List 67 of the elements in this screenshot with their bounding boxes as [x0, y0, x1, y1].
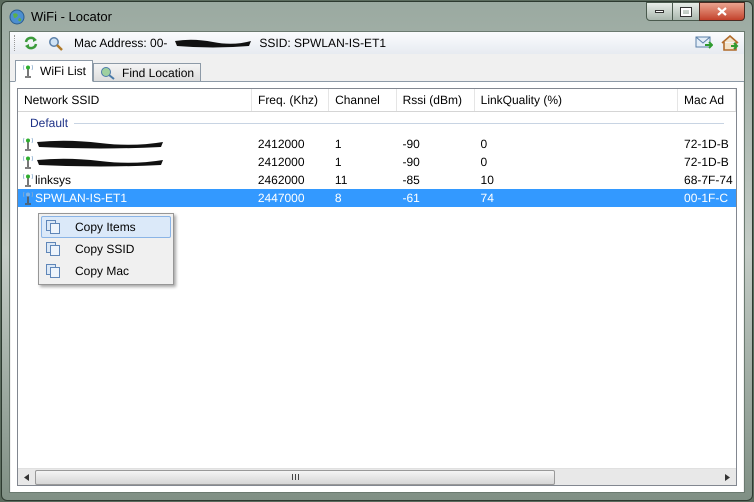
- table-cell: -61: [402, 191, 420, 205]
- tab[interactable]: WiFi List: [15, 60, 93, 82]
- globe-icon: [9, 8, 25, 24]
- table-cell: 11: [334, 173, 348, 187]
- table-cell-text: SPWLAN-IS-ET1: [35, 190, 128, 207]
- menu-item[interactable]: Copy Items: [41, 216, 171, 238]
- scrollbar-thumb[interactable]: [35, 470, 555, 484]
- column-header[interactable]: Channel: [329, 89, 397, 111]
- table-cell: -85: [402, 173, 420, 187]
- search-button[interactable]: [46, 34, 64, 52]
- refresh-icon: [23, 35, 39, 51]
- copy-icon: [45, 241, 61, 257]
- antenna-icon: [22, 155, 34, 169]
- search-icon: [48, 36, 62, 50]
- close-icon: [717, 7, 727, 16]
- table-cell: 00-1F-C: [684, 191, 728, 205]
- group-header: Default: [30, 115, 68, 132]
- column-header[interactable]: Network SSID: [18, 89, 252, 111]
- table-cell: -90: [402, 137, 420, 151]
- magnifier-map-icon: [100, 66, 116, 80]
- left-arrow-icon: [24, 474, 29, 480]
- mail-icon: [695, 36, 713, 50]
- copy-icon: [45, 263, 61, 279]
- table-cell: 2447000: [258, 191, 305, 205]
- column-header[interactable]: LinkQuality (%): [474, 89, 678, 111]
- table-cell: 2462000: [258, 173, 305, 187]
- table-cell: 1: [334, 137, 342, 151]
- ssid-label: SSID: SPWLAN-IS-ET1: [259, 35, 386, 52]
- home-icon: [721, 35, 739, 51]
- table-cell: 72-1D-B: [684, 137, 729, 151]
- mac-address-label: Mac Address: 00-: [74, 35, 168, 52]
- window-title: WiFi - Locator: [31, 8, 112, 26]
- home-button[interactable]: [720, 34, 740, 52]
- list-row[interactable]: 2412000 1 -90 0 72-1D-B: [18, 153, 736, 171]
- right-arrow-icon: [725, 474, 730, 480]
- table-cell-text: linksys: [35, 172, 72, 189]
- grip-icon: [292, 474, 298, 480]
- antenna-icon: [22, 173, 34, 187]
- tab[interactable]: Find Location: [93, 63, 202, 82]
- antenna-icon: [22, 64, 34, 78]
- list-row[interactable]: linksys 2462000 11 -85 10 68-7F-74: [18, 171, 736, 189]
- table-cell: 74: [480, 191, 494, 205]
- minimize-button[interactable]: [646, 2, 673, 21]
- copy-icon: [45, 219, 61, 235]
- table-cell: 1: [334, 155, 342, 169]
- table-cell: 0: [480, 155, 488, 169]
- close-button[interactable]: [699, 2, 745, 21]
- refresh-button[interactable]: [22, 34, 40, 52]
- table-cell: -90: [402, 155, 420, 169]
- table-cell: 72-1D-B: [684, 155, 729, 169]
- menu-item[interactable]: Copy SSID: [41, 238, 171, 260]
- column-header[interactable]: Mac Ad: [678, 89, 736, 111]
- table-cell: 0: [480, 137, 488, 151]
- table-cell: 2412000: [258, 155, 305, 169]
- minimize-icon: [655, 10, 664, 13]
- antenna-icon: [22, 191, 34, 205]
- table-cell: 10: [480, 173, 494, 187]
- maximize-button[interactable]: [673, 2, 699, 21]
- maximize-icon: [681, 8, 691, 16]
- table-cell: 68-7F-74: [684, 173, 733, 187]
- list-row[interactable]: 2412000 1 -90 0 72-1D-B: [18, 135, 736, 153]
- column-header[interactable]: Freq. (Khz): [252, 89, 330, 111]
- menu-item[interactable]: Copy Mac: [41, 260, 171, 282]
- table-cell: 8: [334, 191, 342, 205]
- column-header[interactable]: Rssi (dBm): [396, 89, 475, 111]
- antenna-icon: [22, 137, 34, 151]
- table-cell: 2412000: [258, 137, 305, 151]
